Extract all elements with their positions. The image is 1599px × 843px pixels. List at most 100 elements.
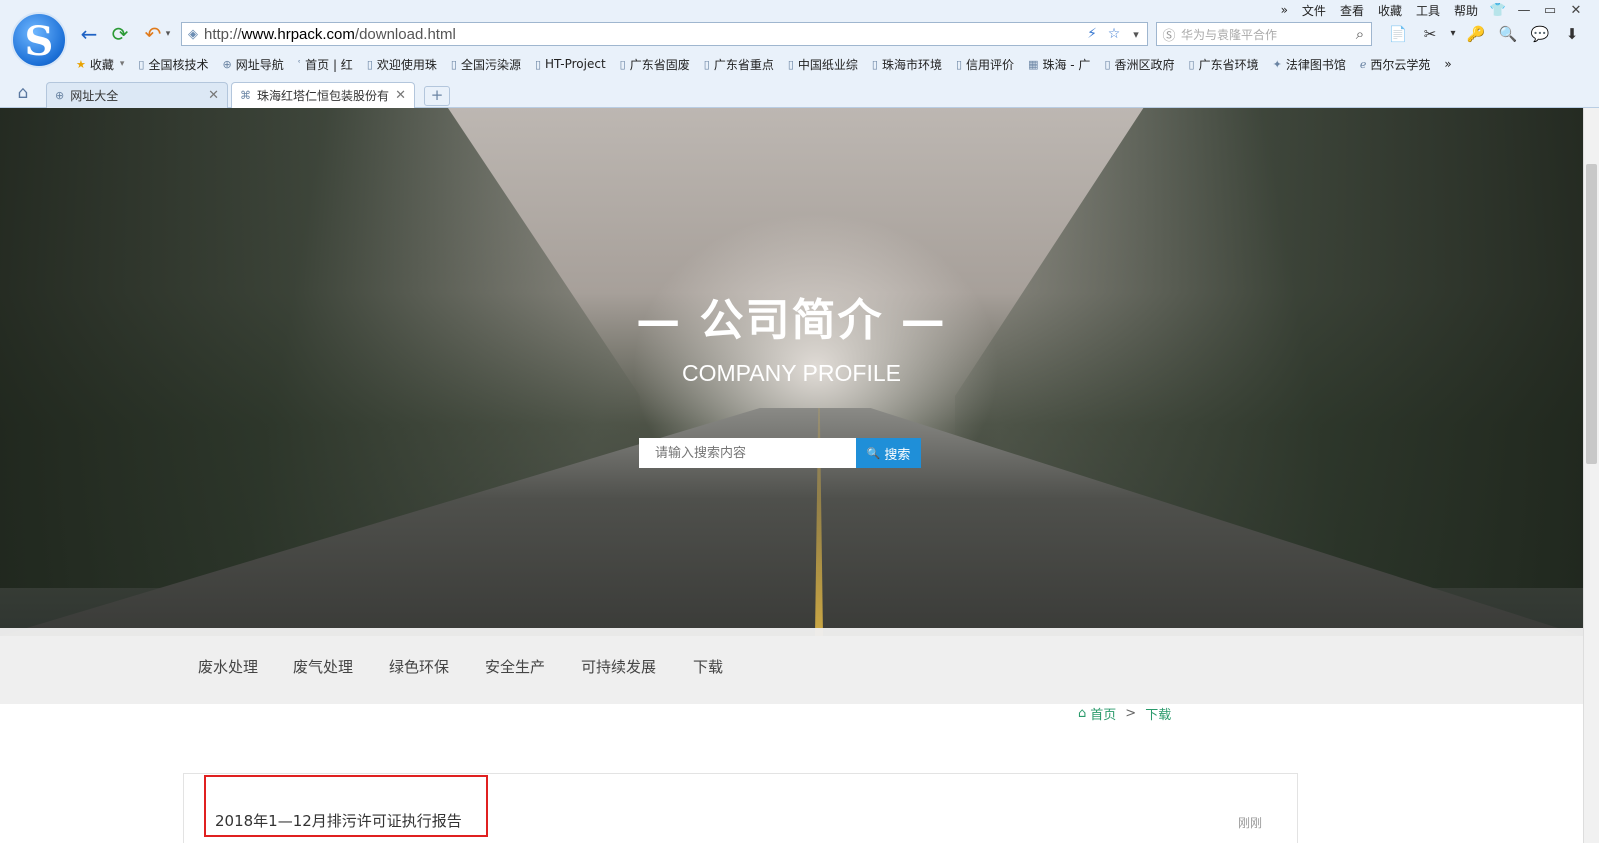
bookmark-item[interactable]: ℯ 西尔云学苑 [1360,56,1431,73]
browser-logo[interactable]: S [11,12,67,68]
tab-close-icon[interactable]: ✕ [395,88,406,103]
bookmark-item[interactable]: ▦ 珠海 - 广 [1028,56,1090,73]
bookmark-page-icon: ▯ [450,57,457,71]
menu-tools[interactable]: 工具 [1409,2,1447,19]
tab-hrpack[interactable]: ⌘ 珠海红塔仁恒包装股份有 ✕ [231,82,415,108]
back-icon[interactable]: ← [76,22,102,46]
nav-download[interactable]: 下载 [693,656,723,677]
site-favicon-icon: ⌘ [240,89,251,102]
bookmark-item[interactable]: ▯ 全国核技术 [138,56,208,73]
bookmark-page-icon: ✦ [1272,57,1282,71]
nav-green[interactable]: 绿色环保 [389,656,449,677]
bookmark-item[interactable]: ▯ 珠海市环境 [872,56,942,73]
bookmark-item[interactable]: ▯ 香洲区政府 [1104,56,1174,73]
bookmark-item[interactable]: ▯ 欢迎使用珠 [367,56,437,73]
favorites-dropdown-icon[interactable]: ▾ [120,59,125,69]
site-search-input[interactable] [639,438,856,468]
undo-dropdown-icon[interactable]: ▾ [162,22,174,46]
bookmark-page-icon: ▦ [1028,57,1039,71]
bookmark-label: 网址导航 [235,57,284,72]
bookmarks-more[interactable]: » [1444,57,1451,71]
menu-favorites[interactable]: 收藏 [1371,2,1409,19]
search-box[interactable]: Ⓢ 华为与袁隆平合作 ⌕ [1156,22,1372,46]
menu-more[interactable]: » [1274,3,1295,17]
hero-title: — 公司简介 — [636,295,947,346]
bookmarks-bar: ★ 收藏 ▾ ▯ 全国核技术 ⊕ 网址导航 ʿ 首页 | 红 ▯ 欢迎使用珠 ▯ 全国污染源 ▯ HT-Pr… [76,54,1566,74]
bookmark-item[interactable]: ▯ 广东省重点 [704,56,774,73]
bookmark-label: 广东省重点 [713,57,774,72]
nav-exhaust-gas[interactable]: 废气处理 [293,656,353,677]
new-tab-button[interactable]: + [424,86,450,106]
site-search: 🔍 搜索 [639,438,921,468]
breadcrumb-current[interactable]: 下载 [1145,704,1171,723]
search-engine-icon[interactable]: Ⓢ [1157,25,1181,44]
bookmark-label: 全国污染源 [460,57,521,72]
bookmark-label: 广东省固废 [629,57,690,72]
search-icon[interactable]: ⌕ [1349,25,1371,43]
menu-help[interactable]: 帮助 [1447,2,1485,19]
bookmark-page-icon: ▯ [619,57,626,71]
close-button[interactable]: ✕ [1563,3,1589,18]
refresh-icon[interactable]: ⟳ [107,22,133,46]
bookmark-page-icon: ʿ [297,57,302,71]
nav-safety[interactable]: 安全生产 [485,656,545,677]
hero-banner: — 公司简介 — COMPANY PROFILE 🔍 搜索 [0,108,1583,636]
menu-view[interactable]: 查看 [1333,2,1371,19]
skin-icon[interactable]: 👕 [1485,3,1511,18]
bookmark-item[interactable]: ▯ 中国纸业综 [788,56,858,73]
bookmark-label: 法律图书馆 [1285,57,1346,72]
bookmark-label: 收藏 [89,57,114,72]
bookmark-page-icon: ▯ [703,57,710,71]
bookmark-item[interactable]: ▯ 广东省环境 [1189,56,1259,73]
bookmark-item[interactable]: ▯ 广东省固废 [620,56,690,73]
page-tool-icon[interactable]: 📄 [1382,22,1414,46]
bookmark-star-icon[interactable]: ☆ [1103,26,1125,42]
bookmark-page-icon: ▯ [366,57,373,71]
bookmark-page-icon: ⊕ [222,57,232,71]
bookmark-item[interactable]: ⊕ 网址导航 [223,56,284,73]
restore-button[interactable]: ▭ [1537,3,1563,18]
address-text[interactable]: http://www.hrpack.com/download.html [204,26,1081,43]
address-dropdown-icon[interactable]: ▾ [1125,28,1147,41]
bookmark-item[interactable]: ▯ 全国污染源 [451,56,521,73]
address-bar[interactable]: ◈ http://www.hrpack.com/download.html ⚡ … [181,22,1148,46]
download-icon[interactable]: ⬇ [1556,22,1588,46]
bookmark-label: 首页 | 红 [305,57,353,72]
chat-icon[interactable]: 💬 [1524,22,1556,46]
minimize-button[interactable]: — [1511,3,1537,18]
bookmark-item[interactable]: ʿ 首页 | 红 [298,56,353,73]
tab-site-directory[interactable]: ⊕ 网址大全 ✕ [46,82,228,108]
breadcrumb-separator: > [1125,705,1137,721]
bookmark-item[interactable]: ★ 收藏 ▾ [76,56,124,73]
bookmark-item[interactable]: ✦ 法律图书馆 [1273,56,1346,73]
zoom-icon[interactable]: 🔍 [1492,22,1524,46]
speed-mode-icon[interactable]: ⚡ [1081,26,1103,42]
bookmark-page-icon: ℯ [1359,57,1367,71]
page-scrollbar[interactable] [1583,108,1599,843]
screenshot-dropdown-icon[interactable]: ▾ [1446,22,1460,46]
password-key-icon[interactable]: 🔑 [1460,22,1492,46]
hero-subtitle: COMPANY PROFILE [682,360,901,386]
bookmark-page-icon: ▯ [787,57,794,71]
breadcrumb-home[interactable]: 首页 [1090,704,1116,723]
bookmark-item[interactable]: ▯ 信用评价 [956,56,1014,73]
tab-label: 网址大全 [70,89,119,103]
bookmark-label: 中国纸业综 [797,57,858,72]
breadcrumb: ⌂ 首页 > 下载 [1078,703,1171,723]
bookmark-page-icon: ▯ [1104,57,1111,71]
tab-close-icon[interactable]: ✕ [208,88,219,103]
nav-sustainability[interactable]: 可持续发展 [581,656,656,677]
nav-wastewater[interactable]: 废水处理 [198,656,258,677]
scrollbar-thumb[interactable] [1586,164,1597,464]
bookmark-item[interactable]: ▯ HT-Project [535,57,606,71]
bookmark-label: 全国核技术 [148,57,209,72]
bookmark-label: 西尔云学苑 [1370,57,1431,72]
screenshot-icon[interactable]: ✂ [1414,22,1446,46]
site-search-button[interactable]: 🔍 搜索 [856,438,921,468]
home-icon[interactable]: ⌂ [12,83,34,105]
menu-file[interactable]: 文件 [1295,2,1333,19]
favorites-star-icon: ★ [76,57,86,71]
search-input[interactable]: 华为与袁隆平合作 [1181,26,1349,43]
download-item-title[interactable]: 2018年1—12月排污许可证执行报告 [215,810,462,831]
menu-bar: » 文件 查看 收藏 工具 帮助 👕 — ▭ ✕ [1274,2,1589,18]
